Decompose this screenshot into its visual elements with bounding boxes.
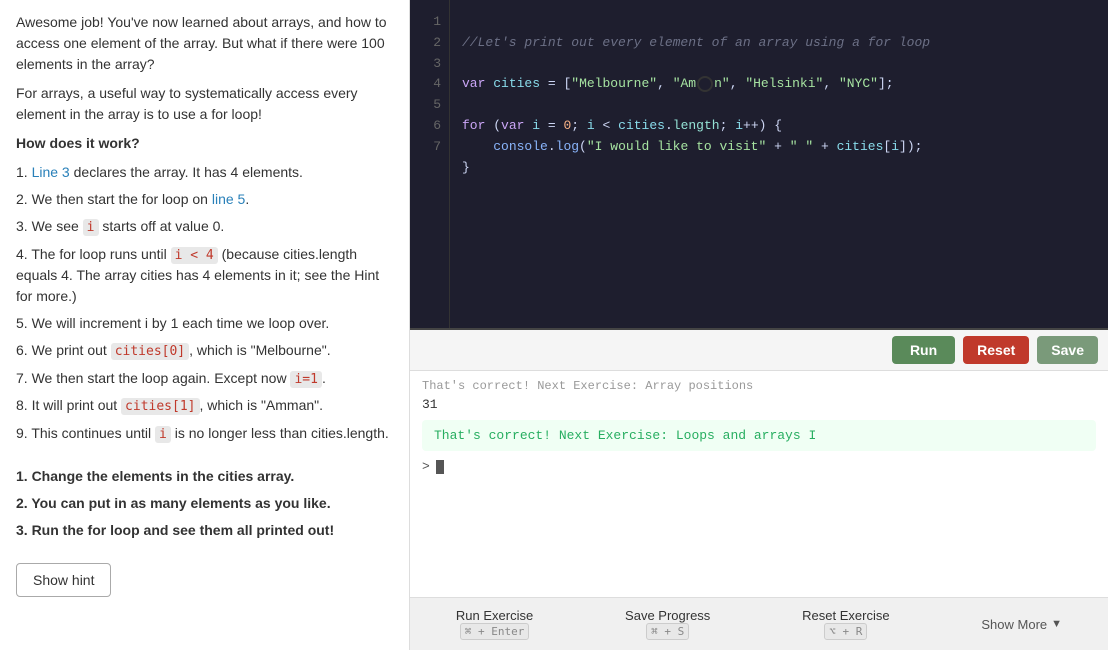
- list-item: 5. We will increment i by 1 each time we…: [16, 313, 393, 334]
- save-progress-label: Save Progress: [625, 608, 710, 623]
- bold-item: 1. Change the elements in the cities arr…: [16, 466, 393, 487]
- line-numbers: 1 2 3 4 5 6 7: [410, 0, 450, 328]
- bold-step3: 3. Run the for loop and see them all pri…: [16, 522, 334, 538]
- intro-text: Awesome job! You've now learned about ar…: [16, 12, 393, 75]
- bold-step2: 2. You can put in as many elements as yo…: [16, 495, 331, 511]
- line3-link[interactable]: Line 3: [32, 164, 70, 180]
- console-prompt: >: [422, 459, 1096, 474]
- step-after: starts off at value 0.: [99, 218, 225, 234]
- list-item: 6. We print out cities[0], which is "Mel…: [16, 340, 393, 362]
- steps-list: 1. Line 3 declares the array. It has 4 e…: [16, 162, 393, 444]
- list-item: 9. This continues until i is no longer l…: [16, 423, 393, 445]
- chevron-down-icon: ▼: [1051, 618, 1062, 630]
- how-heading: How does it work?: [16, 133, 393, 154]
- bold-steps-list: 1. Change the elements in the cities arr…: [16, 466, 393, 541]
- save-progress-shortcut: ⌘ + S: [646, 623, 689, 640]
- show-more-button[interactable]: Show More ▼: [969, 613, 1074, 636]
- action-bar: Run Exercise ⌘ + Enter Save Progress ⌘ +…: [410, 597, 1108, 650]
- step-num: 3. We see: [16, 218, 83, 234]
- step-num: 8. It will print out: [16, 397, 121, 413]
- toolbar-row: Run Reset Save: [410, 330, 1108, 370]
- step-num: 4. The for loop runs until: [16, 246, 171, 262]
- step-after: .: [245, 191, 249, 207]
- left-panel: Awesome job! You've now learned about ar…: [0, 0, 410, 650]
- bold-item: 3. Run the for loop and see them all pri…: [16, 520, 393, 541]
- list-item: 1. Line 3 declares the array. It has 4 e…: [16, 162, 393, 183]
- list-item: 7. We then start the loop again. Except …: [16, 368, 393, 390]
- line5-link[interactable]: line 5: [212, 191, 245, 207]
- para2-text: For arrays, a useful way to systematical…: [16, 83, 393, 125]
- console-success-message: That's correct! Next Exercise: Loops and…: [422, 420, 1096, 451]
- code-editor[interactable]: 1 2 3 4 5 6 7 //Let's print out every el…: [410, 0, 1108, 330]
- reset-exercise-label: Reset Exercise: [802, 608, 889, 623]
- step-num: 6. We print out: [16, 342, 111, 358]
- bold-item: 2. You can put in as many elements as yo…: [16, 493, 393, 514]
- step-after: , which is "Melbourne".: [189, 342, 330, 358]
- prompt-symbol: >: [422, 459, 430, 474]
- code-content[interactable]: //Let's print out every element of an ar…: [450, 0, 1108, 328]
- step-num: 9. This continues until: [16, 425, 155, 441]
- step-after: , which is "Amman".: [200, 397, 324, 413]
- show-more-label: Show More: [981, 617, 1047, 632]
- save-progress-item[interactable]: Save Progress ⌘ + S: [613, 604, 722, 644]
- save-button[interactable]: Save: [1037, 336, 1098, 364]
- show-hint-button[interactable]: Show hint: [16, 563, 111, 597]
- console-number: 31: [422, 397, 1096, 412]
- step-text: 5. We will increment i by 1 each time we…: [16, 315, 329, 331]
- run-button[interactable]: Run: [892, 336, 955, 364]
- reset-exercise-item[interactable]: Reset Exercise ⌥ + R: [790, 604, 901, 644]
- code-condition: i < 4: [171, 247, 218, 264]
- list-item: 8. It will print out cities[1], which is…: [16, 395, 393, 417]
- run-exercise-item[interactable]: Run Exercise ⌘ + Enter: [444, 604, 545, 644]
- console-prev-message: That's correct! Next Exercise: Array pos…: [422, 379, 1096, 393]
- code-cities1: cities[1]: [121, 398, 199, 415]
- bold-step1: 1. Change the elements in the cities arr…: [16, 468, 294, 484]
- step-text: declares the array. It has 4 elements.: [70, 164, 303, 180]
- list-item: 3. We see i starts off at value 0.: [16, 216, 393, 238]
- step-after: is no longer less than cities.length.: [171, 425, 389, 441]
- console-cursor: [436, 460, 444, 474]
- step-num: 1.: [16, 164, 32, 180]
- console-area: That's correct! Next Exercise: Array pos…: [410, 370, 1108, 597]
- list-item: 2. We then start the for loop on line 5.: [16, 189, 393, 210]
- step-num: 7. We then start the loop again. Except …: [16, 370, 290, 386]
- action-bar-left: Run Exercise ⌘ + Enter Save Progress ⌘ +…: [410, 604, 1108, 644]
- reset-button[interactable]: Reset: [963, 336, 1029, 364]
- step-num: 2. We then start the for loop on: [16, 191, 212, 207]
- code-cities0: cities[0]: [111, 343, 189, 360]
- list-item: 4. The for loop runs until i < 4 (becaus…: [16, 244, 393, 308]
- bottom-section: That's correct! Next Exercise: Array pos…: [410, 370, 1108, 650]
- run-exercise-shortcut: ⌘ + Enter: [460, 623, 530, 640]
- cursor-indicator: [697, 76, 713, 92]
- code-i1: i=1: [290, 371, 321, 388]
- right-panel: 1 2 3 4 5 6 7 //Let's print out every el…: [410, 0, 1108, 650]
- code-i: i: [83, 219, 99, 236]
- step-after: .: [322, 370, 326, 386]
- code-i-final: i: [155, 426, 171, 443]
- run-exercise-label: Run Exercise: [456, 608, 533, 623]
- reset-exercise-shortcut: ⌥ + R: [824, 623, 867, 640]
